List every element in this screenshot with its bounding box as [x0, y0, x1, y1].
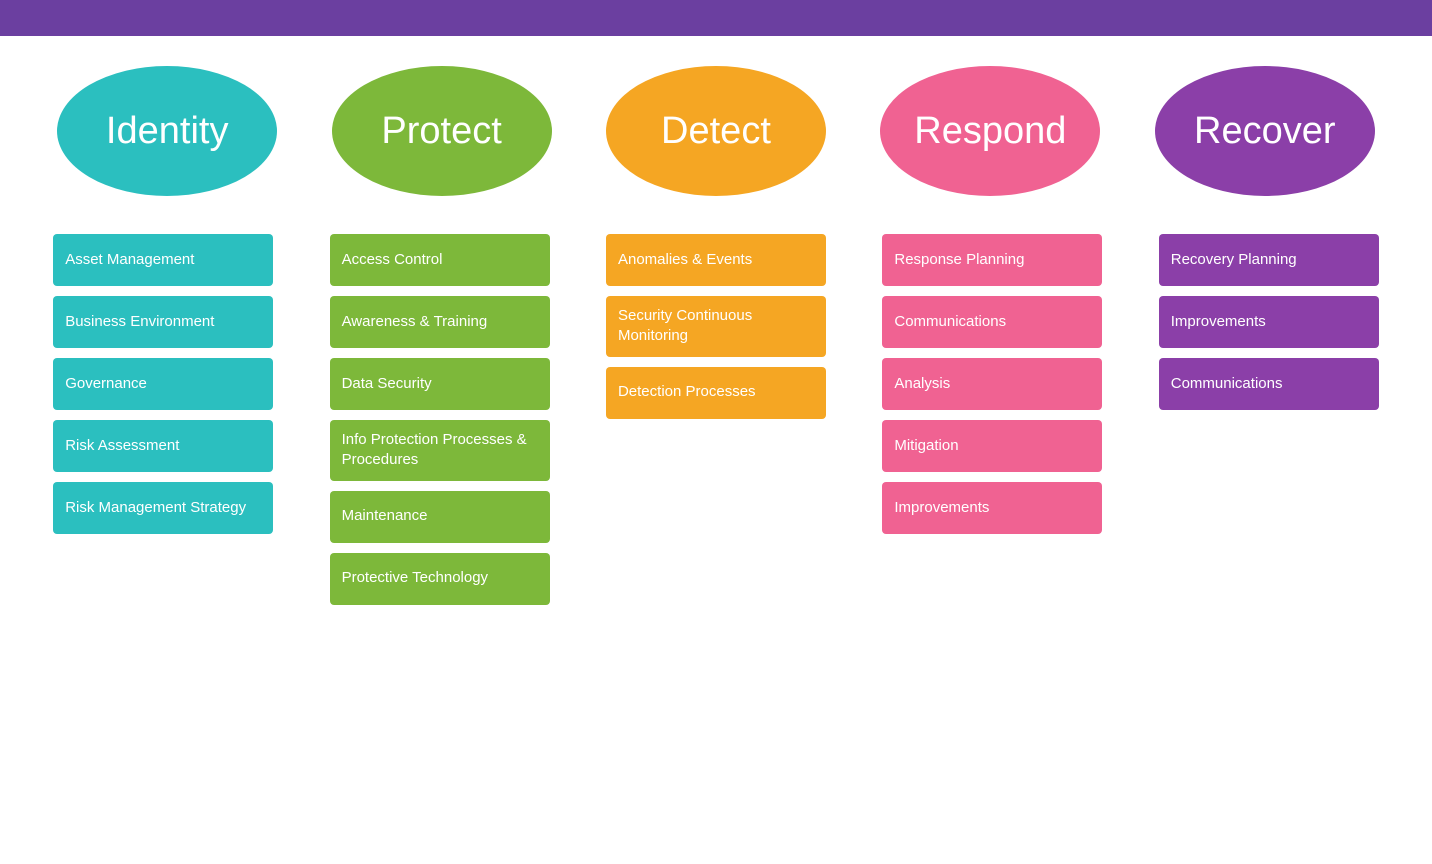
card-recover: Communications — [1159, 358, 1379, 410]
oval-identity: Identity — [57, 66, 277, 196]
card-respond: Response Planning — [882, 234, 1102, 286]
card-detect: Detection Processes — [606, 367, 826, 419]
card-identity: Business Environment — [53, 296, 273, 348]
card-respond: Communications — [882, 296, 1102, 348]
columns-row: Asset Management Business Environment Gove… — [30, 234, 1402, 605]
column-identity: Asset Management Business Environment Gove… — [53, 234, 273, 534]
card-protect: Awareness & Training — [330, 296, 550, 348]
oval-respond: Respond — [880, 66, 1100, 196]
card-identity: Risk Assessment — [53, 420, 273, 472]
card-identity: Asset Management — [53, 234, 273, 286]
oval-protect: Protect — [332, 66, 552, 196]
card-respond: Analysis — [882, 358, 1102, 410]
card-protect: Data Security — [330, 358, 550, 410]
card-identity: Risk Management Strategy — [53, 482, 273, 534]
card-protect: Protective Technology — [330, 553, 550, 605]
card-detect: Anomalies & Events — [606, 234, 826, 286]
card-recover: Recovery Planning — [1159, 234, 1379, 286]
column-respond: Response Planning Communications Analysis M… — [882, 234, 1102, 534]
card-recover: Improvements — [1159, 296, 1379, 348]
card-detect: Security Continuous Monitoring — [606, 296, 826, 357]
oval-recover: Recover — [1155, 66, 1375, 196]
header — [0, 0, 1432, 36]
card-respond: Improvements — [882, 482, 1102, 534]
card-protect: Access Control — [330, 234, 550, 286]
ovals-row: Identity Protect Detect Respond Recover — [30, 56, 1402, 206]
card-protect: Info Protection Processes & Procedures — [330, 420, 550, 481]
card-protect: Maintenance — [330, 491, 550, 543]
card-respond: Mitigation — [882, 420, 1102, 472]
column-protect: Access Control Awareness & Training Data S… — [330, 234, 550, 605]
column-detect: Anomalies & Events Security Continuous Mo… — [606, 234, 826, 419]
oval-detect: Detect — [606, 66, 826, 196]
card-identity: Governance — [53, 358, 273, 410]
column-recover: Recovery Planning Improvements Communicati… — [1159, 234, 1379, 410]
